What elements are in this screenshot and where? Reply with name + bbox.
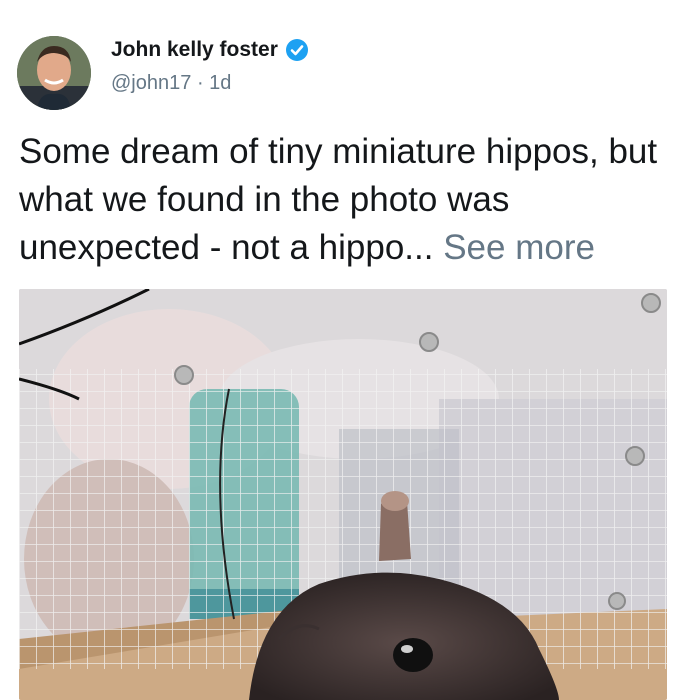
avatar-image	[17, 36, 91, 110]
verified-badge-icon	[285, 38, 309, 62]
hippo-photo-image	[19, 289, 667, 700]
see-more-link[interactable]: See more	[443, 228, 595, 267]
author-name-row: John kelly foster	[111, 38, 309, 62]
tweet-photo[interactable]	[19, 289, 667, 700]
tweet-timestamp[interactable]: 1d	[209, 72, 231, 94]
author-display-name[interactable]: John kelly foster	[111, 38, 278, 62]
tweet-body: Some dream of tiny miniature hippos, but…	[19, 128, 689, 272]
tweet-meta: @john17 · 1d	[111, 72, 231, 95]
meta-separator: ·	[196, 72, 204, 94]
author-handle[interactable]: @john17	[111, 72, 191, 94]
author-avatar[interactable]	[17, 36, 91, 110]
